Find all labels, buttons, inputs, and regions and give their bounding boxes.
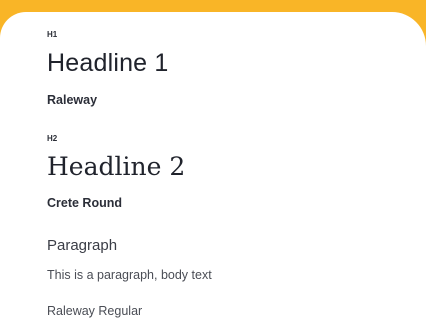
h2-font-name: Crete Round xyxy=(47,196,122,210)
paragraph-title: Paragraph xyxy=(47,237,118,254)
headline-2-sample: Headline 2 xyxy=(47,152,186,181)
paragraph-font-name: Raleway Regular xyxy=(47,304,143,318)
h1-tag: H1 xyxy=(47,30,58,39)
h2-tag: H2 xyxy=(47,134,58,143)
typography-card: H1 Headline 1 Raleway H2 Headline 2 Cret… xyxy=(0,12,426,325)
headline-1-sample: Headline 1 xyxy=(47,49,169,77)
paragraph-sample: This is a paragraph, body text xyxy=(47,268,212,282)
h1-font-name: Raleway xyxy=(47,93,98,107)
